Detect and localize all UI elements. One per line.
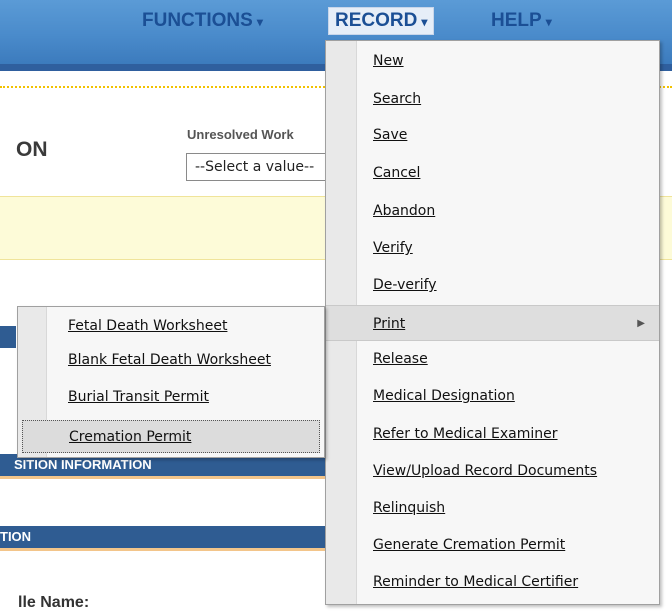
- menu-item-relinquish[interactable]: Relinquish: [326, 490, 659, 526]
- menu-item-print[interactable]: Print ▶: [326, 305, 659, 341]
- submenu-arrow-icon: ▶: [637, 318, 645, 329]
- print-submenu: Fetal Death Worksheet Blank Fetal Death …: [17, 306, 325, 458]
- nav-help-menu[interactable]: HELP ▾: [491, 8, 552, 34]
- nav-help-label: HELP: [491, 10, 542, 31]
- nav-functions-label: FUNCTIONS: [142, 10, 253, 31]
- menu-item-generate-cremation-permit[interactable]: Generate Cremation Permit: [326, 527, 659, 563]
- menu-item-new[interactable]: New: [326, 43, 659, 79]
- page-title: ON: [16, 138, 48, 161]
- section-header-bar: [0, 326, 16, 348]
- menu-item-search[interactable]: Search: [326, 81, 659, 117]
- nav-record-label: RECORD: [335, 10, 418, 31]
- menu-item-release[interactable]: Release: [326, 341, 659, 377]
- chevron-down-icon: ▾: [256, 15, 263, 29]
- menu-item-view-upload-documents[interactable]: View/Upload Record Documents: [326, 453, 659, 489]
- unresolved-work-label: Unresolved Work: [187, 127, 294, 142]
- menu-item-save[interactable]: Save: [326, 117, 659, 153]
- submenu-item-fetal-death-worksheet[interactable]: Fetal Death Worksheet: [18, 310, 324, 343]
- menu-item-print-label: Print: [373, 316, 406, 332]
- submenu-item-blank-fetal-death-worksheet[interactable]: Blank Fetal Death Worksheet: [18, 344, 324, 377]
- menu-item-cancel[interactable]: Cancel: [326, 155, 659, 191]
- record-dropdown-menu: New Search Save Cancel Abandon Verify De…: [325, 40, 660, 605]
- menu-item-reminder-to-medical-certifier[interactable]: Reminder to Medical Certifier: [326, 564, 659, 600]
- menu-item-verify[interactable]: Verify: [326, 230, 659, 266]
- section-header-label-2: TION: [0, 529, 32, 544]
- chevron-down-icon: ▾: [421, 15, 428, 29]
- menu-item-abandon[interactable]: Abandon: [326, 193, 659, 229]
- section-header-bar-2: TION: [0, 526, 330, 548]
- section-header-label: SITION INFORMATION: [14, 457, 152, 472]
- submenu-item-cremation-permit[interactable]: Cremation Permit: [22, 420, 320, 453]
- section-rule: [0, 476, 330, 479]
- name-field-label: lle Name:: [18, 594, 90, 611]
- submenu-item-burial-transit-permit[interactable]: Burial Transit Permit: [18, 381, 324, 414]
- unresolved-work-select[interactable]: --Select a value--: [186, 153, 346, 181]
- section-rule-2: [0, 548, 330, 551]
- menu-item-refer-to-medical-examiner[interactable]: Refer to Medical Examiner: [326, 416, 659, 452]
- chevron-down-icon: ▾: [545, 15, 552, 29]
- menu-item-medical-designation[interactable]: Medical Designation: [326, 378, 659, 414]
- nav-functions-menu[interactable]: FUNCTIONS ▾: [142, 8, 263, 34]
- menu-item-de-verify[interactable]: De-verify: [326, 267, 659, 303]
- nav-record-menu[interactable]: RECORD ▾: [328, 7, 435, 35]
